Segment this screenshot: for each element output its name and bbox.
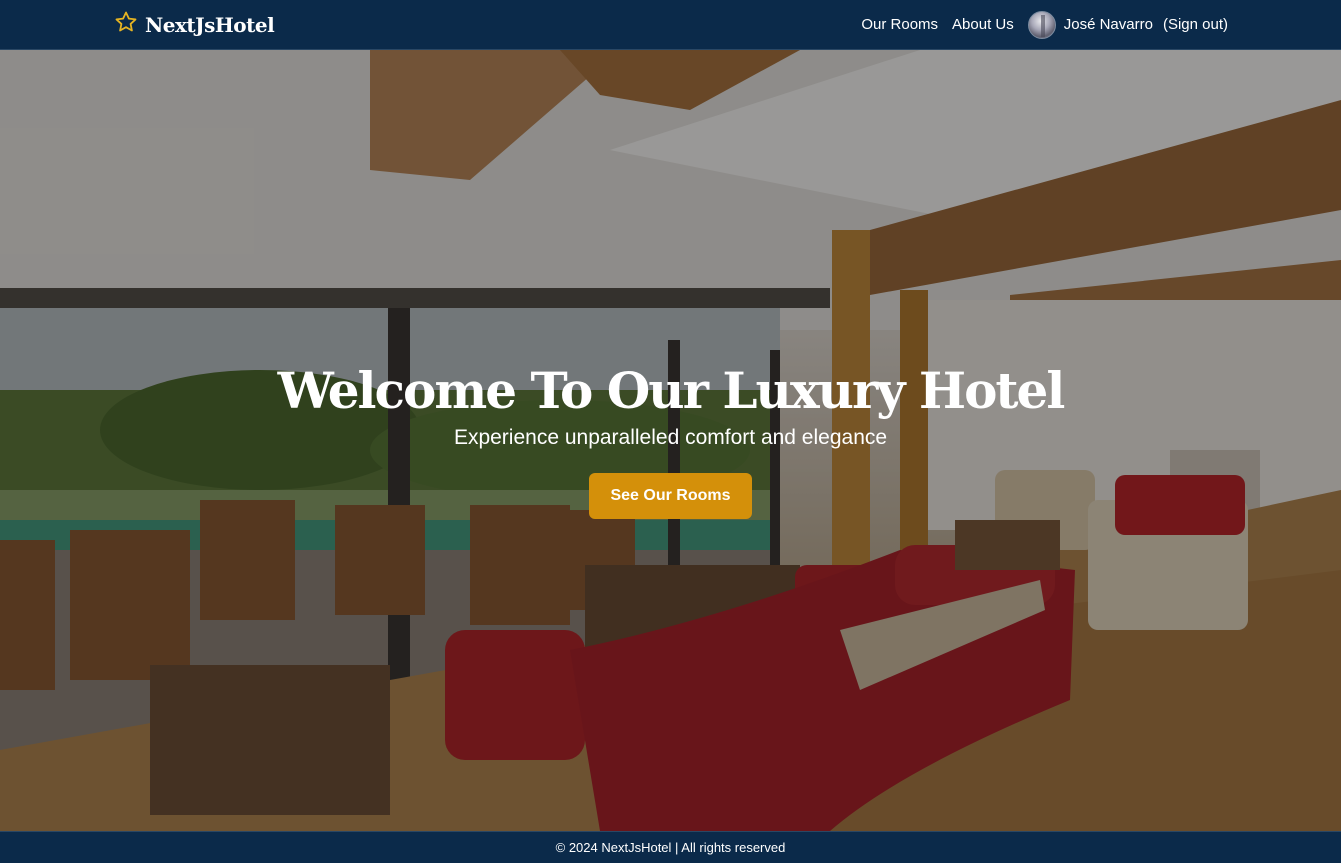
see-our-rooms-button[interactable]: See Our Rooms [589,473,752,519]
footer: © 2024 NextJsHotel | All rights reserved [0,831,1341,863]
sign-out-link[interactable]: (Sign out) [1163,16,1228,33]
top-navbar: NextJsHotel Our Rooms About Us José Nava… [0,0,1341,50]
hero-subtitle: Experience unparalleled comfort and eleg… [453,426,888,449]
footer-copyright: © 2024 NextJsHotel | All rights reserved [555,840,786,855]
nav-our-rooms[interactable]: Our Rooms [861,16,938,33]
brand-logo-link[interactable]: NextJsHotel [114,10,275,39]
star-icon [114,10,138,39]
nav-about-us[interactable]: About Us [952,16,1014,33]
brand-name: NextJsHotel [145,12,275,37]
user-menu[interactable]: José Navarro (Sign out) [1027,10,1228,39]
hero-content: Welcome To Our Luxury Hotel Experience u… [0,360,1341,519]
hero-section: Welcome To Our Luxury Hotel Experience u… [0,50,1341,831]
user-name: José Navarro [1063,16,1153,33]
hero-title: Welcome To Our Luxury Hotel [277,361,1066,420]
main-nav: Our Rooms About Us José Navarro (Sign ou… [861,10,1228,39]
avatar [1027,10,1056,39]
